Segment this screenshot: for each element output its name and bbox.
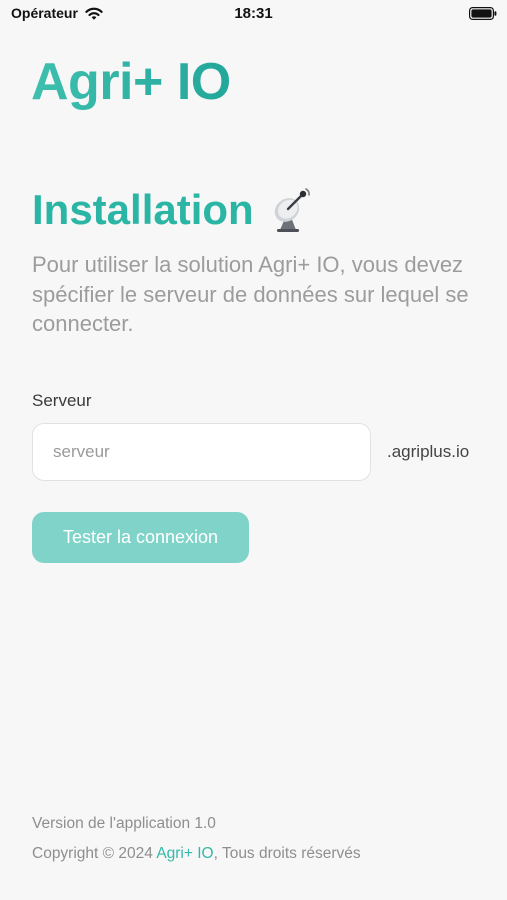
app-version: Version de l'application 1.0 [32,815,216,832]
copyright-suffix: , Tous droits réservés [213,845,361,862]
installation-heading: Installation [32,186,314,234]
status-bar: Opérateur 18:31 [0,0,507,28]
page-title: Installation [32,186,254,233]
status-time: 18:31 [234,5,273,22]
satellite-dish-icon [274,188,310,232]
copyright: Copyright © 2024 Agri+ IO, Tous droits r… [32,839,361,869]
copyright-brand-link[interactable]: Agri+ IO [156,845,213,862]
app-logo: Agri+ IO [31,53,231,111]
test-connection-button[interactable]: Tester la connexion [32,512,249,563]
domain-suffix: .agriplus.io [387,442,470,461]
server-label: Serveur [32,391,92,410]
battery-icon [469,7,497,20]
footer: Version de l'application 1.0 Copyright ©… [32,809,361,869]
server-input[interactable] [32,423,371,481]
copyright-prefix: Copyright © 2024 [32,845,157,862]
installation-description: Pour utiliser la solution Agri+ IO, vous… [32,252,469,336]
